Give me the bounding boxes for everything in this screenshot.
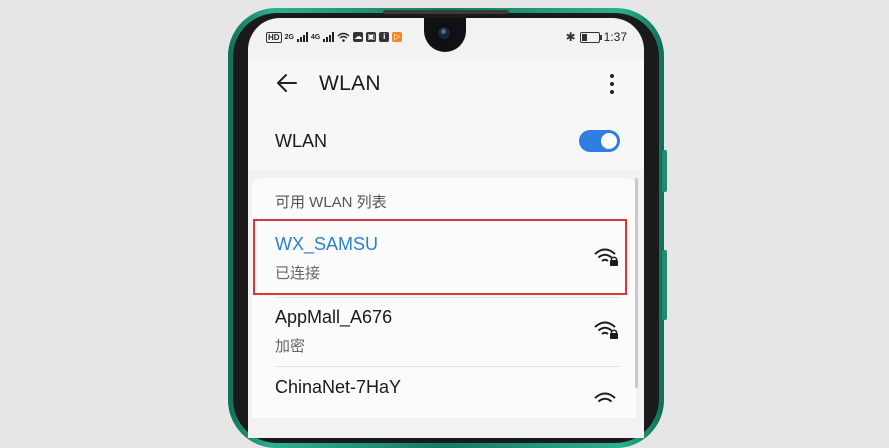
front-camera [435, 24, 453, 42]
signal-1-icon [296, 32, 308, 42]
info-app-icon: i [379, 32, 390, 42]
wifi-status-icon [337, 32, 350, 42]
network-name: ChinaNet-7HaY [275, 377, 402, 397]
page-title: WLAN [319, 72, 381, 95]
network-status: 加密 [275, 338, 306, 355]
highlight-box [253, 219, 627, 295]
gallery-app-icon: ▣ [366, 32, 377, 42]
battery-icon [579, 31, 602, 43]
network-name: AppMall_A676 [275, 307, 393, 327]
network-item-chinanet[interactable]: ChinaNet-7HaY [256, 366, 626, 436]
wifi-lock-icon [594, 321, 618, 339]
notification-app-icon: ☁ [353, 32, 364, 42]
status-bar-right: ✱ 1:37 [566, 30, 627, 44]
signal-2-tag: 4G [310, 33, 321, 41]
bluetooth-icon: ✱ [565, 30, 576, 44]
wifi-lock-icon [594, 392, 616, 403]
wlan-toggle-switch[interactable] [579, 130, 620, 152]
status-time: 1:37 [603, 30, 627, 44]
earpiece-speaker [383, 10, 509, 14]
app-bar [248, 60, 644, 108]
play-app-icon: ▷ [392, 32, 403, 42]
volume-button [662, 150, 667, 192]
hd-badge: HD [266, 31, 282, 43]
status-bar-left: HD 2G 4G ☁ ▣ i ▷ [266, 30, 403, 44]
wlan-toggle-label: WLAN [275, 131, 328, 151]
available-networks-header: 可用 WLAN 列表 [275, 194, 387, 211]
scrollbar[interactable] [635, 178, 638, 388]
back-arrow-icon[interactable] [274, 70, 300, 96]
network-item-appmall[interactable]: AppMall_A676 加密 [256, 295, 626, 365]
signal-2-icon [323, 32, 335, 42]
signal-1-tag: 2G [284, 33, 294, 41]
more-vertical-icon[interactable] [604, 72, 620, 96]
power-button [662, 250, 667, 320]
